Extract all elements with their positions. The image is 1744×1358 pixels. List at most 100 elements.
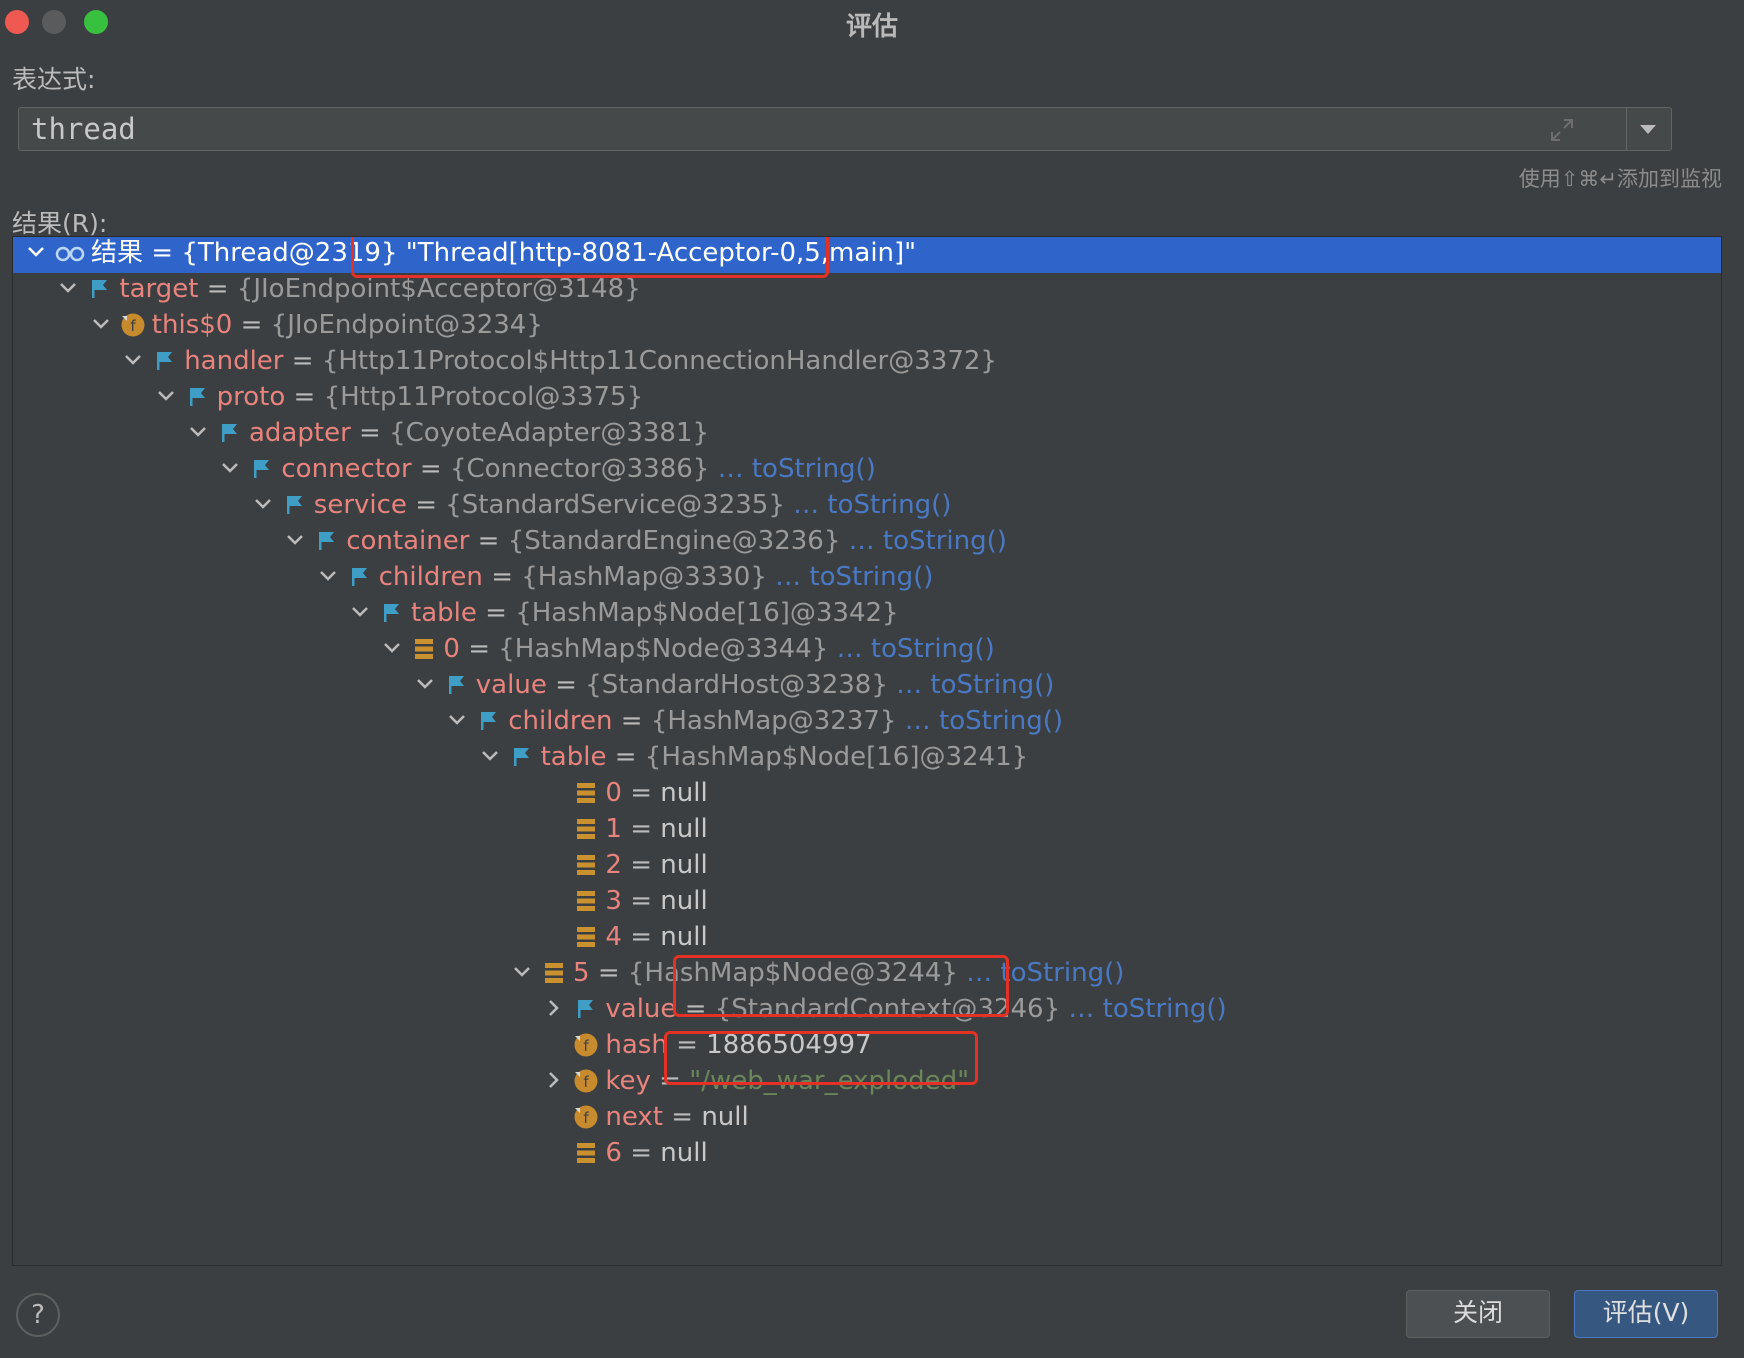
field-flag-icon — [185, 384, 211, 410]
tree-row[interactable]: value = {StandardHost@3238} … toString() — [13, 665, 1721, 705]
chevron-down-icon[interactable] — [479, 745, 501, 767]
chevron-down-icon[interactable] — [25, 241, 47, 263]
history-dropdown-button[interactable] — [1627, 108, 1671, 150]
field-flag-icon — [444, 672, 470, 698]
equals-sign: = — [419, 454, 442, 484]
node-name: service — [313, 490, 407, 520]
chevron-down-icon[interactable] — [381, 637, 403, 659]
expression-input[interactable] — [31, 112, 1611, 146]
node-name: container — [346, 526, 470, 556]
equals-sign: = — [293, 382, 316, 412]
tostring-link[interactable]: … toString() — [905, 706, 1063, 736]
equals-sign: = — [630, 1138, 652, 1168]
chevron-down-icon[interactable] — [252, 493, 274, 515]
svg-text:f: f — [584, 1037, 590, 1055]
equals-sign: = — [630, 922, 652, 952]
chevron-down-icon[interactable] — [155, 385, 177, 407]
array-element-icon — [573, 852, 599, 878]
tostring-link[interactable]: … toString() — [718, 454, 876, 484]
chevron-down-icon[interactable] — [90, 313, 112, 335]
tostring-link[interactable]: … toString() — [793, 490, 951, 520]
tree-row[interactable]: 3 = null — [13, 881, 1721, 921]
field-flag-icon — [152, 348, 178, 374]
tree-row[interactable]: 结果 = {Thread@2319} "Thread[http-8081-Acc… — [13, 237, 1721, 273]
tree-row[interactable]: table = {HashMap$Node[16]@3342} — [13, 593, 1721, 633]
node-name: next — [605, 1102, 663, 1132]
chevron-down-icon[interactable] — [122, 349, 144, 371]
svg-text:f: f — [130, 317, 136, 335]
tostring-link[interactable]: … toString() — [837, 634, 995, 664]
equals-sign: = — [630, 850, 652, 880]
tostring-link[interactable]: … toString() — [775, 562, 933, 592]
equals-sign: = — [630, 886, 652, 916]
tree-row[interactable]: 0 = {HashMap$Node@3344} … toString() — [13, 629, 1721, 669]
title-bar: 评估 — [0, 0, 1744, 44]
chevron-right-icon[interactable] — [543, 1069, 565, 1091]
watch-glasses-icon — [55, 240, 85, 266]
tree-row[interactable]: children = {HashMap@3237} … toString() — [13, 701, 1721, 741]
array-element-icon — [573, 1140, 599, 1166]
field-flag-icon — [249, 456, 275, 482]
result-label: 结果(R): — [12, 209, 108, 238]
node-name: 4 — [605, 922, 622, 952]
chevron-down-icon[interactable] — [414, 673, 436, 695]
node-value: null — [660, 886, 708, 916]
final-field-icon: f — [573, 1032, 599, 1058]
node-name: table — [411, 598, 477, 628]
node-name: value — [605, 994, 677, 1024]
chevron-right-icon[interactable] — [543, 997, 565, 1019]
add-to-watch-hint: 使用⇧⌘↵添加到监视 — [1518, 167, 1722, 191]
chevron-down-icon[interactable] — [317, 565, 339, 587]
close-button[interactable]: 关闭 — [1406, 1290, 1550, 1338]
chevron-down-icon[interactable] — [187, 421, 209, 443]
chevron-down-icon[interactable] — [446, 709, 468, 731]
field-flag-icon — [573, 996, 599, 1022]
tree-row[interactable]: children = {HashMap@3330} … toString() — [13, 557, 1721, 597]
chevron-down-icon[interactable] — [57, 277, 79, 299]
node-value: {StandardEngine@3236} — [507, 526, 841, 556]
tree-row[interactable]: service = {StandardService@3235} … toStr… — [13, 485, 1721, 525]
tree-row[interactable]: adapter = {CoyoteAdapter@3381} — [13, 413, 1721, 453]
tree-row[interactable]: connector = {Connector@3386} … toString(… — [13, 449, 1721, 489]
tree-row[interactable]: 6 = null — [13, 1133, 1721, 1173]
expand-icon[interactable] — [1548, 116, 1576, 144]
tree-row[interactable]: 1 = null — [13, 809, 1721, 849]
expression-label: 表达式: — [12, 65, 96, 94]
equals-sign: = — [671, 1102, 694, 1132]
node-name: children — [378, 562, 483, 592]
node-value: null — [660, 850, 708, 880]
node-value: null — [660, 814, 708, 844]
tree-row[interactable]: f next = null — [13, 1097, 1721, 1137]
tree-row[interactable]: container = {StandardEngine@3236} … toSt… — [13, 521, 1721, 561]
help-button[interactable]: ? — [16, 1293, 60, 1337]
final-field-icon: f — [573, 1104, 599, 1130]
tostring-link[interactable]: … toString() — [1068, 994, 1226, 1024]
tostring-link[interactable]: … toString() — [849, 526, 1007, 556]
node-value: null — [660, 1138, 708, 1168]
tree-row[interactable]: 4 = null — [13, 917, 1721, 957]
chevron-down-icon[interactable] — [511, 961, 533, 983]
tree-row[interactable]: handler = {Http11Protocol$Http11Connecti… — [13, 341, 1721, 381]
tree-row[interactable]: target = {JIoEndpoint$Acceptor@3148} — [13, 269, 1721, 309]
array-element-icon — [573, 816, 599, 842]
result-tree[interactable]: 结果 = {Thread@2319} "Thread[http-8081-Acc… — [12, 236, 1722, 1266]
node-value: {Http11Protocol@3375} — [323, 382, 644, 412]
tostring-link[interactable]: … toString() — [896, 670, 1054, 700]
tree-row[interactable]: 0 = null — [13, 773, 1721, 813]
expression-field[interactable] — [18, 107, 1672, 151]
equals-sign: = — [240, 310, 263, 340]
node-name: value — [475, 670, 547, 700]
node-value: {StandardHost@3238} — [585, 670, 888, 700]
tree-row[interactable]: proto = {Http11Protocol@3375} — [13, 377, 1721, 417]
array-element-icon — [573, 888, 599, 914]
chevron-down-icon[interactable] — [284, 529, 306, 551]
node-value: {HashMap$Node[16]@3241} — [644, 742, 1029, 772]
tree-row[interactable]: f this$0 = {JIoEndpoint@3234} — [13, 305, 1721, 345]
equals-sign: = — [415, 490, 437, 520]
chevron-down-icon[interactable] — [349, 601, 371, 623]
chevron-down-icon[interactable] — [219, 457, 241, 479]
tree-row[interactable]: 2 = null — [13, 845, 1721, 885]
node-name: target — [119, 274, 199, 304]
evaluate-button[interactable]: 评估(V) — [1574, 1290, 1718, 1338]
tree-row[interactable]: table = {HashMap$Node[16]@3241} — [13, 737, 1721, 777]
